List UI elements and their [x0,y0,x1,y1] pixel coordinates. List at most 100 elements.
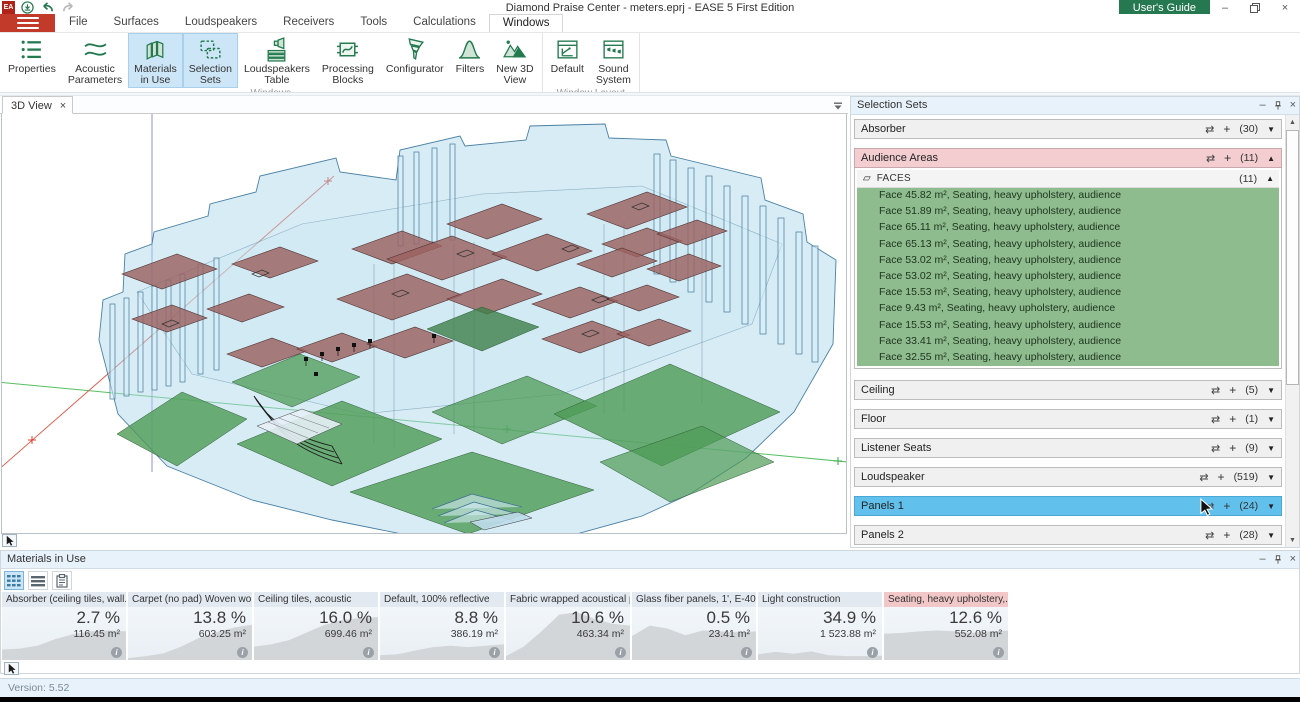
3d-viewport[interactable] [1,114,847,534]
face-item[interactable]: Face 33.41 m², Seating, heavy upholstery… [857,334,1279,350]
close-tab-icon[interactable]: × [60,100,66,112]
face-item[interactable]: Face 32.55 m², Seating, heavy upholstery… [857,350,1279,366]
select-tool-button[interactable] [2,534,17,547]
tab-calculations[interactable]: Calculations [400,14,489,32]
material-card[interactable]: Fabric wrapped acoustical p...10.6 %463.… [506,592,630,660]
filters-button[interactable]: Filters [450,33,491,88]
faces-header[interactable]: ▱FACES(11)▲ [857,170,1279,188]
face-item[interactable]: Face 65.13 m², Seating, heavy upholstery… [857,237,1279,253]
add-to-set-icon[interactable]: + [1229,383,1236,397]
configurator-button[interactable]: Configurator [380,33,450,88]
swap-selection-icon[interactable]: ⇄ [1211,442,1220,455]
selection-set-loudspeaker[interactable]: Loudspeaker⇄+(519)▼ [854,467,1282,487]
selection-sets-header[interactable]: Selection Sets – × [851,97,1299,115]
add-to-set-icon[interactable]: + [1229,412,1236,426]
face-item[interactable]: Face 15.53 m², Seating, heavy upholstery… [857,285,1279,301]
info-icon[interactable]: i [615,647,626,658]
face-item[interactable]: Face 9.43 m², Seating, heavy upholstery,… [857,301,1279,317]
pin-icon[interactable] [1273,554,1283,565]
face-item[interactable]: Face 51.89 m², Seating, heavy upholstery… [857,204,1279,220]
add-to-set-icon[interactable]: + [1218,470,1225,484]
materials-button[interactable]: Materials in Use [128,33,183,88]
pin-icon[interactable] [1273,100,1283,111]
select-tool-button[interactable] [4,662,19,675]
swap-selection-icon[interactable]: ⇄ [1206,152,1215,165]
expand-set-icon[interactable]: ▼ [1267,531,1275,540]
info-icon[interactable]: i [741,647,752,658]
swap-selection-icon[interactable]: ⇄ [1199,471,1208,484]
tab-3d-view[interactable]: 3D View × [2,96,73,114]
processing-button[interactable]: Processing Blocks [316,33,380,88]
info-icon[interactable]: i [237,647,248,658]
material-card[interactable]: Light construction34.9 %1 523.88 m²i [758,592,882,660]
swap-selection-icon[interactable]: ⇄ [1205,123,1214,136]
collapse-set-icon[interactable]: ▲ [1267,154,1275,163]
sound-system-button[interactable]: Sound System [590,33,637,88]
material-card[interactable]: Ceiling tiles, acoustic16.0 %699.46 m²i [254,592,378,660]
selection-set-panels-2[interactable]: Panels 2⇄+(28)▼ [854,525,1282,545]
swap-selection-icon[interactable]: ⇄ [1211,413,1220,426]
speaker-table-button[interactable]: Loudspeakers Table [238,33,316,88]
expand-set-icon[interactable]: ▼ [1267,444,1275,453]
selection-set-floor[interactable]: Floor⇄+(1)▼ [854,409,1282,429]
info-icon[interactable]: i [867,647,878,658]
material-card[interactable]: Default, 100% reflective8.8 %386.19 m²i [380,592,504,660]
report-view-button[interactable] [52,571,72,590]
add-to-set-icon[interactable]: + [1229,441,1236,455]
selection-set-audience-areas[interactable]: Audience Areas⇄+(11)▲ [854,148,1282,168]
info-icon[interactable]: i [111,647,122,658]
properties-button[interactable]: Properties [2,33,62,88]
materials-header[interactable]: Materials in Use – × [1,551,1299,569]
face-item[interactable]: Face 53.02 m², Seating, heavy upholstery… [857,269,1279,285]
info-icon[interactable]: i [489,647,500,658]
material-card[interactable]: Seating, heavy upholstery,...12.6 %552.0… [884,592,1008,660]
close-panel-icon[interactable]: × [1290,553,1296,565]
tab-surfaces[interactable]: Surfaces [101,14,172,32]
info-icon[interactable]: i [993,647,1004,658]
selection-set-panels-1[interactable]: Panels 1⇄+(24)▼ [854,496,1282,516]
swap-selection-icon[interactable]: ⇄ [1205,500,1214,513]
selection-sets-scrollbar[interactable]: ▲ ▼ [1285,115,1299,547]
list-view-button[interactable] [28,571,48,590]
add-to-set-icon[interactable]: + [1223,528,1230,542]
add-to-set-icon[interactable]: + [1223,499,1230,513]
close-panel-icon[interactable]: × [1290,99,1296,111]
collapse-faces-icon[interactable]: ▲ [1266,174,1274,183]
tab-loudspeakers[interactable]: Loudspeakers [172,14,270,32]
selection-set-listener-seats[interactable]: Listener Seats⇄+(9)▼ [854,438,1282,458]
panel-menu-icon[interactable]: – [1259,99,1265,111]
material-card[interactable]: Carpet (no pad) Woven wo...13.8 %603.25 … [128,592,252,660]
add-to-set-icon[interactable]: + [1223,122,1230,136]
tab-tools[interactable]: Tools [347,14,400,32]
material-card[interactable]: Absorber (ceiling tiles, wall...2.7 %116… [2,592,126,660]
tab-file[interactable]: File [56,14,101,32]
face-item[interactable]: Face 15.53 m², Seating, heavy upholstery… [857,318,1279,334]
info-icon[interactable]: i [363,647,374,658]
acoustic-button[interactable]: Acoustic Parameters [62,33,128,88]
face-item[interactable]: Face 65.11 m², Seating, heavy upholstery… [857,220,1279,236]
expand-set-icon[interactable]: ▼ [1267,502,1275,511]
face-item[interactable]: Face 45.82 m², Seating, heavy upholstery… [857,188,1279,204]
panel-menu-icon[interactable]: – [1259,553,1265,565]
material-card[interactable]: Glass fiber panels, 1', E-4000.5 %23.41 … [632,592,756,660]
scroll-up-icon[interactable]: ▲ [1286,115,1299,129]
expand-set-icon[interactable]: ▼ [1267,386,1275,395]
scroll-down-icon[interactable]: ▼ [1286,533,1299,547]
selection-set-absorber[interactable]: Absorber⇄+(30)▼ [854,119,1282,139]
expand-set-icon[interactable]: ▼ [1267,473,1275,482]
selection-button[interactable]: Selection Sets [183,33,238,88]
main-menu-button[interactable] [0,14,55,32]
expand-set-icon[interactable]: ▼ [1267,415,1275,424]
new3d-button[interactable]: New 3D View [490,33,539,88]
swap-selection-icon[interactable]: ⇄ [1211,384,1220,397]
expand-set-icon[interactable]: ▼ [1267,125,1275,134]
selection-set-ceiling[interactable]: Ceiling⇄+(5)▼ [854,380,1282,400]
default-layout-button[interactable]: Default [545,33,590,88]
swap-selection-icon[interactable]: ⇄ [1205,529,1214,542]
scrollbar-thumb[interactable] [1286,130,1299,385]
tab-windows[interactable]: Windows [489,14,564,32]
add-to-set-icon[interactable]: + [1224,151,1231,165]
card-view-button[interactable] [4,571,24,590]
tab-receivers[interactable]: Receivers [270,14,347,32]
face-item[interactable]: Face 53.02 m², Seating, heavy upholstery… [857,253,1279,269]
